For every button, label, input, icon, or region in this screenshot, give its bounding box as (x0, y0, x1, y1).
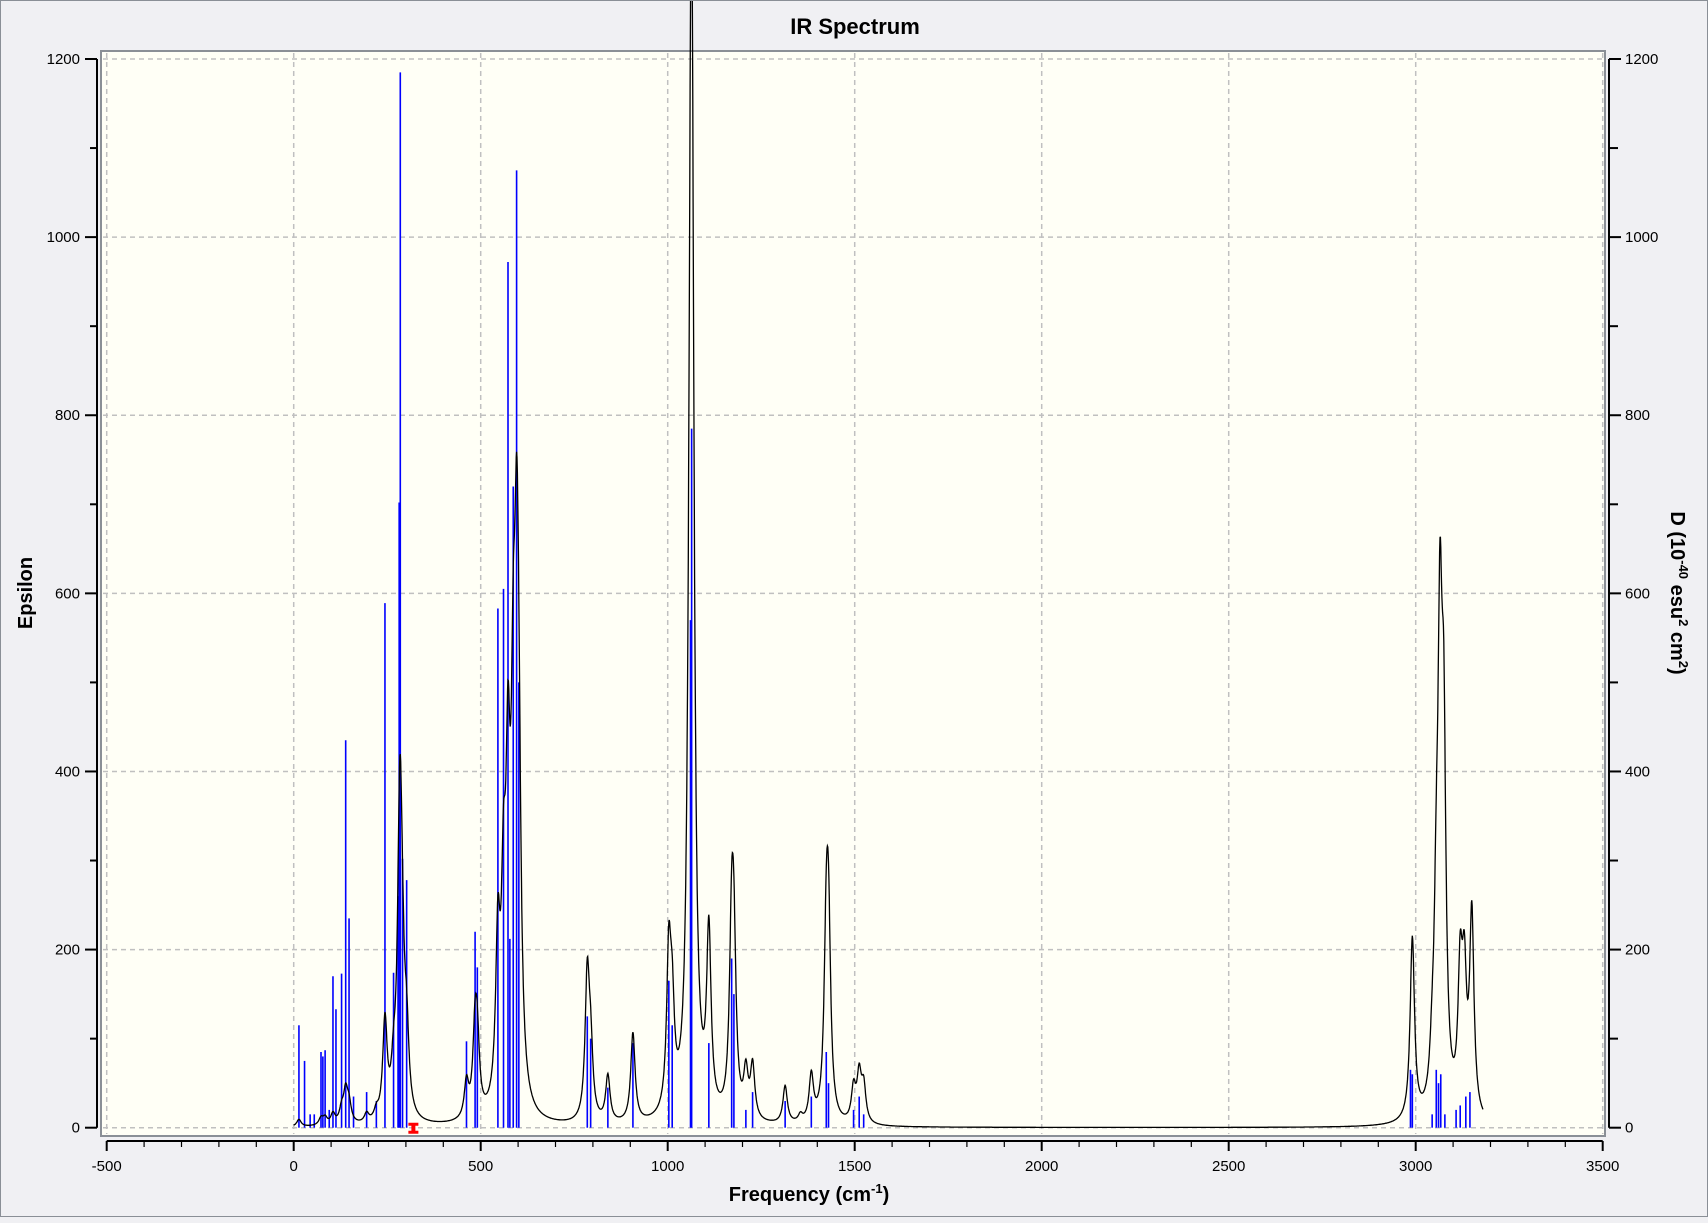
x-tick-label: 0 (290, 1158, 298, 1175)
y-tick-label: 1000 (47, 229, 80, 246)
x-tick-label: 1000 (651, 1158, 684, 1175)
y2-tick-label: 1000 (1625, 229, 1658, 246)
x-axis-label: Frequency (cm-1) (729, 1181, 890, 1206)
y2-tick-label: 400 (1625, 763, 1650, 780)
y2-axis-label: D (10-40 esu2 cm2) (1666, 511, 1691, 674)
x-tick-label: 2500 (1212, 1158, 1245, 1175)
y-axis-right: 0 200 400 600 800 1000 1200 (1608, 51, 1658, 1137)
y-tick-label: 200 (55, 942, 80, 959)
y2-label-text: esu (1666, 579, 1688, 619)
y-tick-label: 600 (55, 585, 80, 602)
y-tick-label: 800 (55, 407, 80, 424)
ir-spectrum-chart: IR Spectrum -500 0 500 1000 1500 2000 2500 3000… (15, 0, 1691, 1206)
y-axis-left: 0 200 400 600 800 1000 1200 (47, 51, 98, 1137)
ir-spectrum-window: IR Spectrum -500 0 500 1000 1500 2000 2500 3000… (0, 0, 1708, 1217)
y2-tick-label: 200 (1625, 942, 1650, 959)
y2-tick-label: 800 (1625, 407, 1650, 424)
y2-label-text: cm (1666, 626, 1688, 660)
x-tick-label: 1500 (838, 1158, 871, 1175)
y2-label-superscript: 2 (1676, 619, 1691, 626)
y-axis-label: Epsilon (15, 557, 37, 629)
x-tick-label: 2000 (1025, 1158, 1058, 1175)
x-tick-label: 3500 (1586, 1158, 1619, 1175)
y-tick-label: 400 (55, 763, 80, 780)
y-tick-label: 1200 (47, 51, 80, 68)
y2-label-superscript: -40 (1676, 560, 1691, 579)
y2-tick-label: 1200 (1625, 51, 1658, 68)
x-tick-label: 500 (468, 1158, 493, 1175)
y2-tick-label: 600 (1625, 585, 1650, 602)
y-tick-label: 0 (72, 1120, 80, 1137)
x-tick-label: -500 (92, 1158, 122, 1175)
x-tick-label: 3000 (1399, 1158, 1432, 1175)
chart-title: IR Spectrum (790, 14, 920, 39)
y2-label-text: D (10 (1666, 511, 1688, 560)
y2-label-text: ) (1666, 668, 1688, 675)
x-axis: -500 0 500 1000 1500 2000 2500 3000 3500 (92, 1140, 1619, 1175)
y2-tick-label: 0 (1625, 1120, 1633, 1137)
y2-label-superscript: 2 (1676, 661, 1691, 668)
